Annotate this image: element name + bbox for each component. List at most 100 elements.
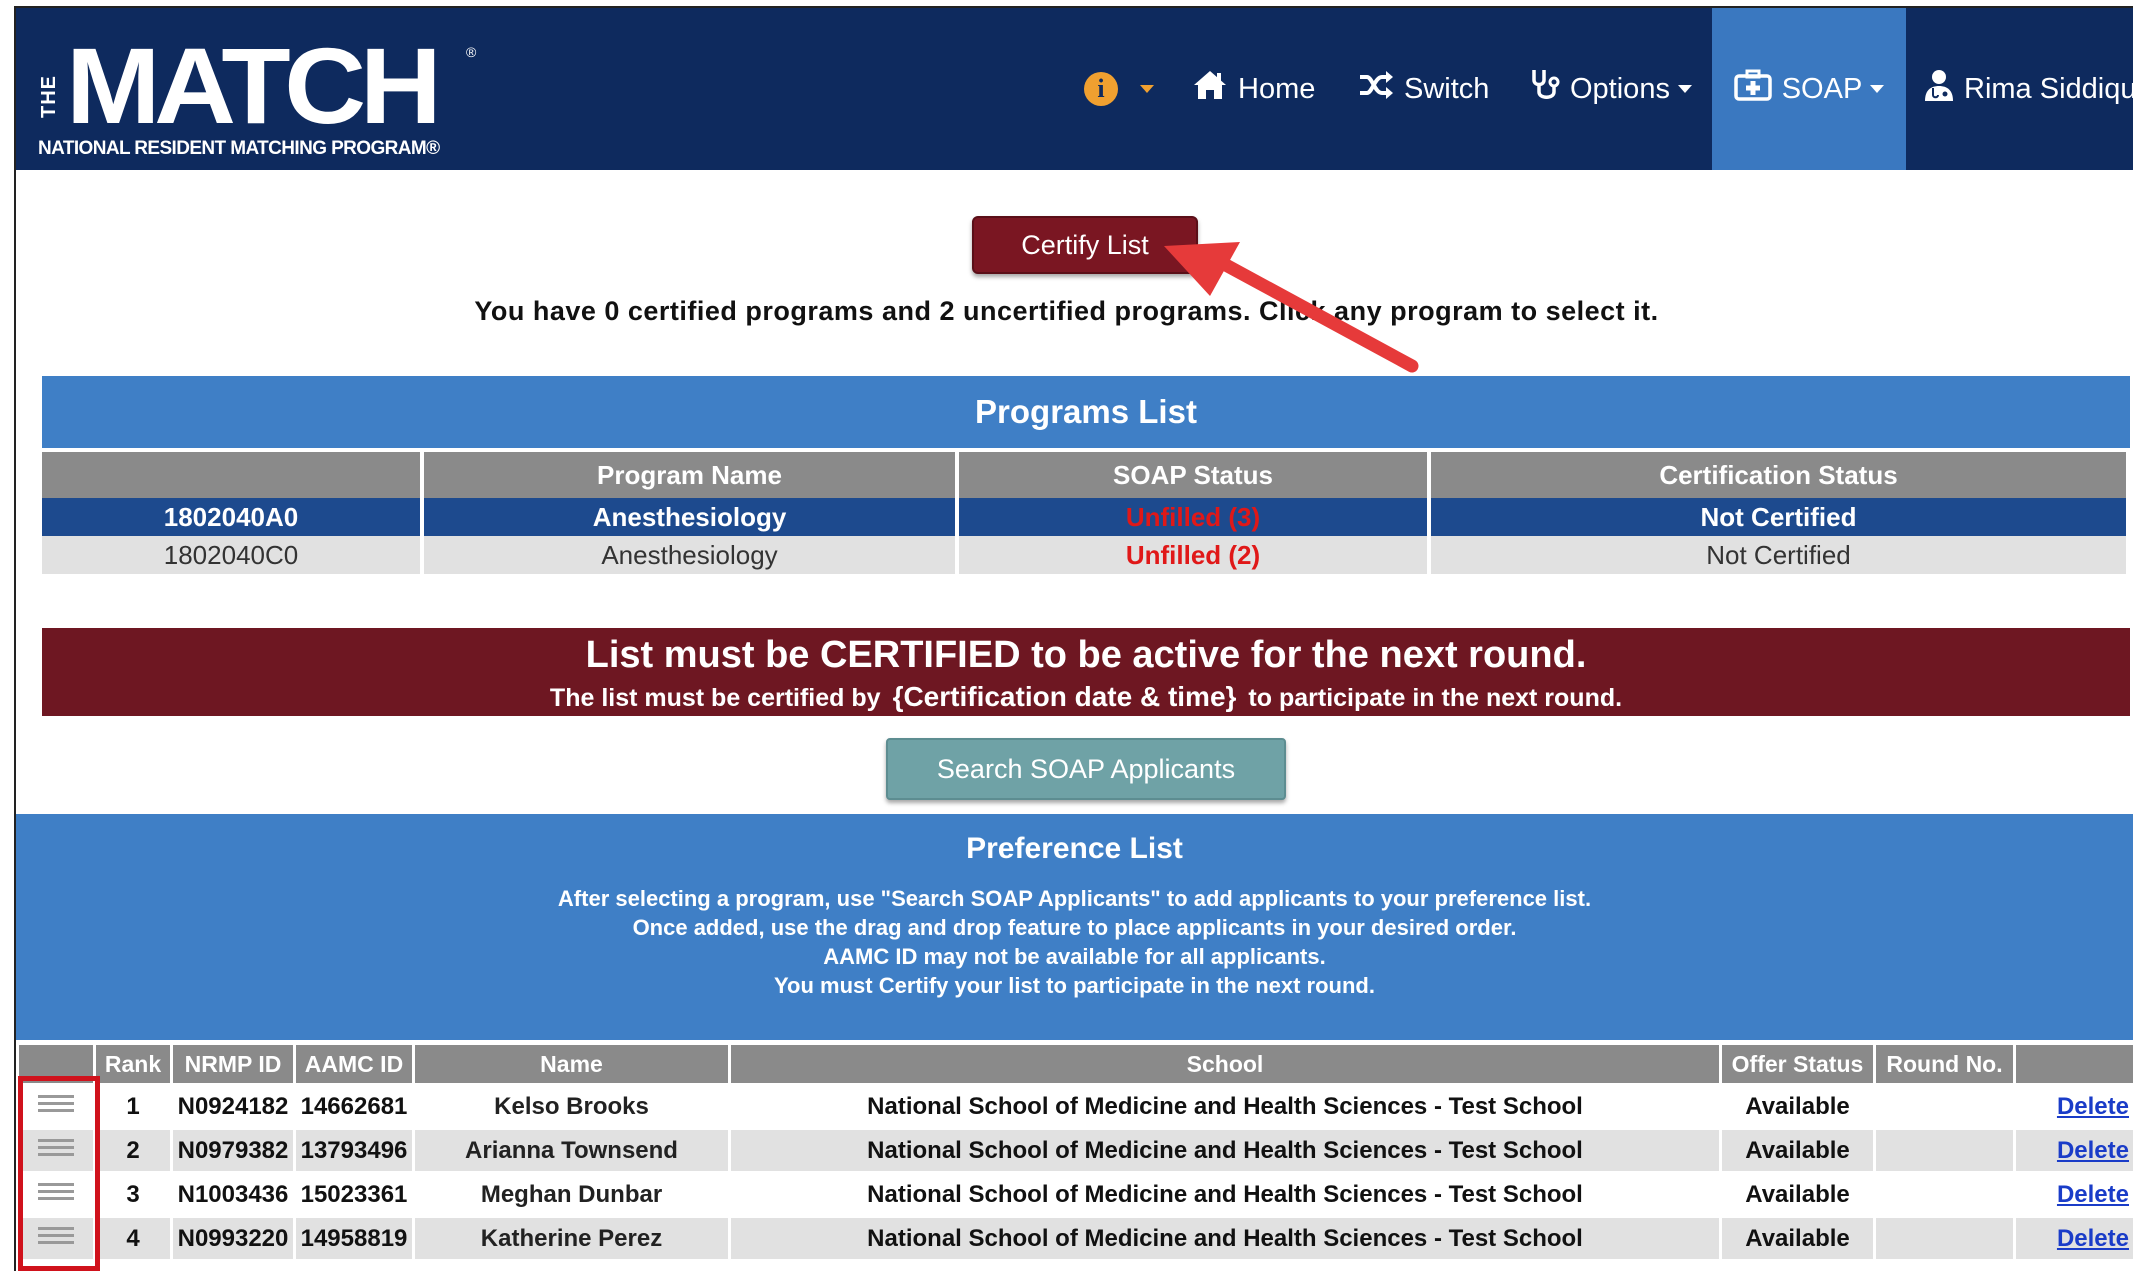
- certification-deadline-placeholder: {Certification date & time}: [892, 681, 1237, 712]
- user-doctor-icon: [1924, 68, 1954, 110]
- program-name: Anesthesiology: [424, 536, 959, 574]
- nav-options[interactable]: Options: [1530, 8, 1692, 170]
- program-row[interactable]: 1802040C0 Anesthesiology Unfilled (2) No…: [42, 536, 2130, 574]
- round-no-cell: [1876, 1218, 2013, 1259]
- program-name: Anesthesiology: [424, 498, 959, 536]
- chevron-down-icon: [1677, 85, 1692, 93]
- applicant-name-cell: Kelso Brooks: [415, 1086, 728, 1127]
- program-row-selected[interactable]: 1802040A0 Anesthesiology Unfilled (3) No…: [42, 498, 2130, 536]
- delete-cell: Delete: [2016, 1218, 2133, 1259]
- stethoscope-icon: [1530, 68, 1560, 110]
- delete-link[interactable]: Delete: [2057, 1093, 2129, 1120]
- offer-status-cell: Available: [1722, 1086, 1873, 1127]
- school-cell: National School of Medicine and Health S…: [731, 1218, 1719, 1259]
- preference-table: Rank NRMP ID AAMC ID Name School Offer S…: [16, 1042, 2133, 1262]
- nav-switch[interactable]: Switch: [1358, 8, 1489, 170]
- drag-handle-highlight-box: [18, 1076, 100, 1271]
- preference-list-instructions: After selecting a program, use "Search S…: [557, 886, 1592, 998]
- aamc-id-cell: 15023361: [296, 1174, 412, 1215]
- nav-user[interactable]: Rima Siddiqui: [1924, 8, 2133, 170]
- round-no-cell: [1876, 1174, 2013, 1215]
- delete-cell: Delete: [2016, 1086, 2133, 1127]
- shuffle-icon: [1358, 70, 1394, 108]
- warning-headline: List must be CERTIFIED to be active for …: [585, 634, 1587, 676]
- certification-warning-banner: List must be CERTIFIED to be active for …: [42, 628, 2130, 716]
- aamc-id-cell: 14958819: [296, 1218, 412, 1259]
- delete-link[interactable]: Delete: [2057, 1225, 2129, 1252]
- table-row[interactable]: 1 N0924182 14662681 Kelso Brooks Nationa…: [19, 1086, 2133, 1127]
- info-icon: i: [1084, 72, 1118, 106]
- rank-cell: 2: [96, 1130, 170, 1171]
- aamc-id-cell: 14662681: [296, 1086, 412, 1127]
- nav-soap[interactable]: SOAP: [1712, 8, 1906, 170]
- offer-status-cell: Available: [1722, 1174, 1873, 1215]
- home-icon: [1192, 69, 1228, 109]
- nav-switch-label: Switch: [1404, 72, 1490, 105]
- certification-status: Not Certified: [1431, 536, 2130, 574]
- column-header-rank: Rank: [96, 1045, 170, 1083]
- offer-status-cell: Available: [1722, 1130, 1873, 1171]
- column-header-code: [42, 452, 424, 498]
- nav-home-label: Home: [1238, 72, 1316, 105]
- delete-link[interactable]: Delete: [2057, 1181, 2129, 1208]
- school-cell: National School of Medicine and Health S…: [731, 1086, 1719, 1127]
- rank-cell: 3: [96, 1174, 170, 1215]
- logo-the: THE: [38, 75, 60, 118]
- column-header-offer-status: Offer Status: [1722, 1045, 1873, 1083]
- delete-cell: Delete: [2016, 1130, 2133, 1171]
- delete-cell: Delete: [2016, 1174, 2133, 1215]
- nav-info-menu[interactable]: i: [1084, 8, 1154, 170]
- round-no-cell: [1876, 1086, 2013, 1127]
- nrmp-id-cell: N0979382: [173, 1130, 293, 1171]
- rank-cell: 1: [96, 1086, 170, 1127]
- column-header-nrmp-id: NRMP ID: [173, 1045, 293, 1083]
- nrmp-id-cell: N1003436: [173, 1174, 293, 1215]
- applicant-name-cell: Meghan Dunbar: [415, 1174, 728, 1215]
- soap-status: Unfilled (2): [959, 536, 1431, 574]
- column-header-soap-status: SOAP Status: [959, 452, 1431, 498]
- column-header-certification-status: Certification Status: [1431, 452, 2130, 498]
- delete-link[interactable]: Delete: [2057, 1137, 2129, 1164]
- nav-options-label: Options: [1570, 72, 1670, 105]
- school-cell: National School of Medicine and Health S…: [731, 1130, 1719, 1171]
- logo-subtitle: NATIONAL RESIDENT MATCHING PROGRAM®: [38, 138, 440, 159]
- table-row[interactable]: 3 N1003436 15023361 Meghan Dunbar Nation…: [19, 1174, 2133, 1215]
- logo-wordmark: MATCH: [66, 25, 442, 146]
- applicant-name-cell: Katherine Perez: [415, 1218, 728, 1259]
- warning-detail: The list must be certified by {Certificat…: [549, 681, 1623, 712]
- nrmp-id-cell: N0924182: [173, 1086, 293, 1127]
- column-header-round-no: Round No.: [1876, 1045, 2013, 1083]
- table-row[interactable]: 4 N0993220 14958819 Katherine Perez Nati…: [19, 1218, 2133, 1259]
- aamc-id-cell: 13793496: [296, 1130, 412, 1171]
- table-row[interactable]: 2 N0979382 13793496 Arianna Townsend Nat…: [19, 1130, 2133, 1171]
- program-code: 1802040A0: [42, 498, 424, 536]
- rank-cell: 4: [96, 1218, 170, 1259]
- applicant-name-cell: Arianna Townsend: [415, 1130, 728, 1171]
- column-header-aamc-id: AAMC ID: [296, 1045, 412, 1083]
- nrmp-id-cell: N0993220: [173, 1218, 293, 1259]
- logo-registered: ®: [466, 44, 477, 60]
- certify-list-button[interactable]: Certify List: [972, 216, 1198, 274]
- preference-list-title: Preference List: [966, 832, 1183, 865]
- round-no-cell: [1876, 1130, 2013, 1171]
- nav-soap-label: SOAP: [1781, 72, 1863, 105]
- preference-list-header: Preference List After selecting a progra…: [16, 814, 2133, 1040]
- medical-kit-icon: [1733, 69, 1772, 109]
- column-header-name: Name: [415, 1045, 728, 1083]
- search-soap-applicants-button[interactable]: Search SOAP Applicants: [886, 738, 1286, 800]
- programs-list-header: Programs List: [42, 376, 2130, 448]
- program-code: 1802040C0: [42, 536, 424, 574]
- match-logo[interactable]: THE MATCH ® NATIONAL RESIDENT MATCHING P…: [36, 32, 477, 160]
- column-header-program-name: Program Name: [424, 452, 959, 498]
- column-header-school: School: [731, 1045, 1719, 1083]
- chevron-down-icon: [1870, 85, 1885, 93]
- school-cell: National School of Medicine and Health S…: [731, 1174, 1719, 1215]
- certification-status: Not Certified: [1431, 498, 2130, 536]
- nav-user-label: Rima Siddiqui: [1964, 72, 2133, 105]
- nav-home[interactable]: Home: [1192, 8, 1315, 170]
- chevron-down-icon: [1140, 85, 1154, 93]
- column-header-action: [2016, 1045, 2133, 1083]
- soap-status: Unfilled (3): [959, 498, 1431, 536]
- offer-status-cell: Available: [1722, 1218, 1873, 1259]
- programs-table: Program Name SOAP Status Certification S…: [42, 452, 2130, 574]
